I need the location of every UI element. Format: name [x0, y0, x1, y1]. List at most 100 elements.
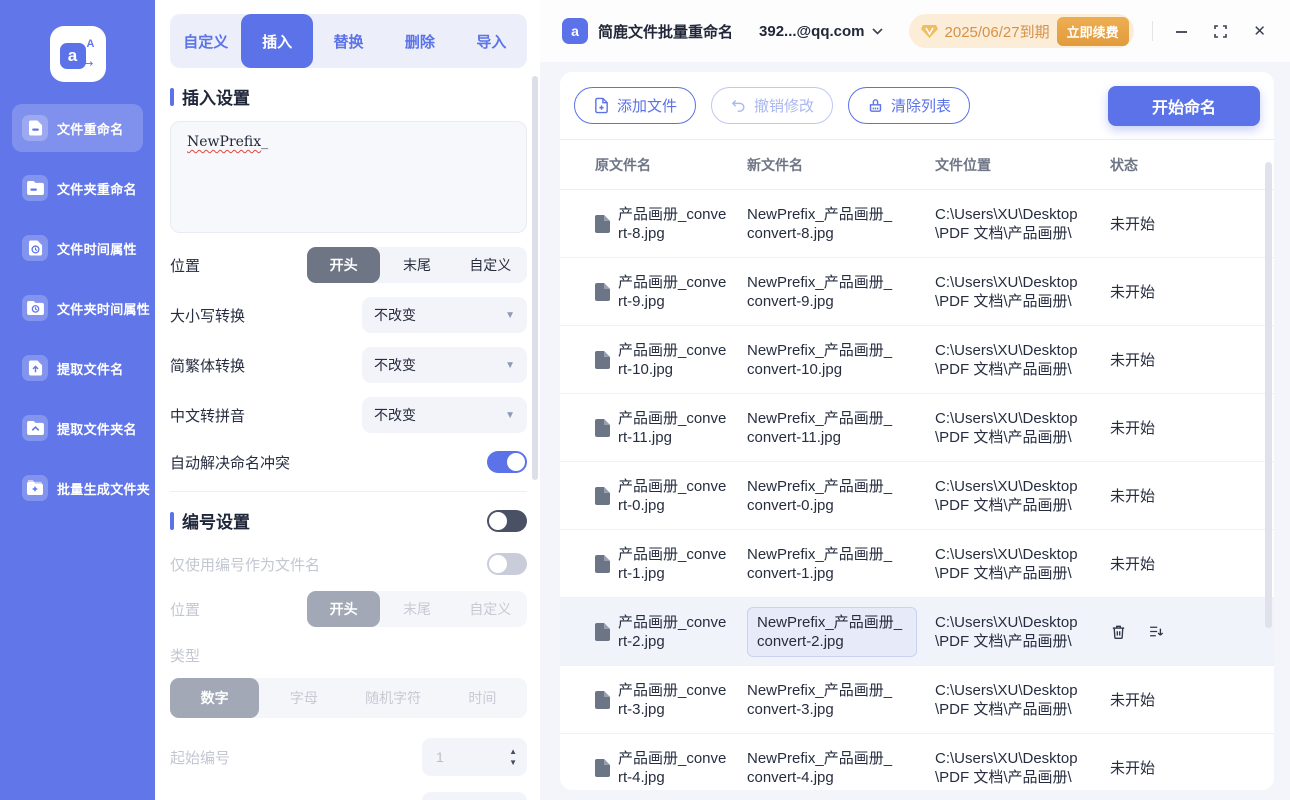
row-status: 未开始 [1110, 284, 1156, 301]
original-filename: 产品画册_convert-3.jpg [618, 681, 727, 718]
sidebar-item-folder-time[interactable]: 文件夹时间属性 [12, 284, 150, 332]
segment-option-0[interactable]: 数字 [170, 678, 260, 718]
case-convert-label: 大小写转换 [170, 307, 246, 325]
table-row[interactable]: 产品画册_convert-0.jpg NewPrefix_产品画册_conver… [560, 462, 1274, 530]
file-location: C:\Users\XU\Desktop\PDF 文档\产品画册\ [935, 273, 1078, 310]
expiry-date: 2025/06/27到期 [944, 23, 1050, 41]
original-filename: 产品画册_convert-9.jpg [618, 273, 727, 310]
file-extract-icon [22, 355, 48, 381]
traditional-convert-select[interactable]: 不改变 ▼ [362, 347, 527, 383]
table-row[interactable]: 产品画册_convert-11.jpg NewPrefix_产品画册_conve… [560, 394, 1274, 462]
table-row[interactable]: 产品画册_convert-3.jpg NewPrefix_产品画册_conver… [560, 666, 1274, 734]
sidebar-item-folder-rename[interactable]: 文件夹重命名 [12, 164, 143, 212]
header-original-name: 原文件名 [595, 156, 651, 173]
segment-option-1[interactable]: 字母 [259, 678, 348, 718]
file-location: C:\Users\XU\Desktop\PDF 文档\产品画册\ [935, 477, 1078, 514]
row-status: 未开始 [1110, 352, 1156, 369]
file-icon [22, 115, 48, 141]
numbering-position-segment: 开头 末尾 自定义 [307, 591, 527, 627]
table-row[interactable]: 产品画册_convert-8.jpg NewPrefix_产品画册_conver… [560, 190, 1274, 258]
insert-text-input[interactable]: NewPrefix_ [170, 121, 527, 233]
table-row[interactable]: 产品画册_convert-9.jpg NewPrefix_产品画册_conver… [560, 258, 1274, 326]
new-filename[interactable]: NewPrefix_产品画册_convert-2.jpg [747, 606, 917, 657]
start-number-stepper[interactable]: 1 ▲ ▼ [422, 738, 527, 776]
original-filename: 产品画册_convert-11.jpg [618, 409, 727, 446]
new-filename[interactable]: NewPrefix_产品画册_convert-8.jpg [747, 205, 897, 243]
segment-option-0[interactable]: 开头 [307, 591, 381, 627]
renew-button[interactable]: 立即续费 [1056, 16, 1129, 46]
file-location: C:\Users\XU\Desktop\PDF 文档\产品画册\ [935, 545, 1078, 582]
file-list-card: 添加文件 撤销修改 清除列表 开始命名 原文件名 新文件名 文件位置 状态 产品… [560, 72, 1274, 790]
sidebar-item-extract-folder-name[interactable]: 提取文件夹名 [12, 404, 143, 452]
segment-option-0[interactable]: 开头 [307, 247, 381, 283]
stepper-arrows-icon[interactable]: ▲ ▼ [509, 747, 517, 767]
tab-custom[interactable]: 自定义 [170, 14, 241, 68]
settings-scrollbar[interactable] [532, 76, 538, 480]
segment-option-2[interactable]: 自定义 [454, 247, 527, 283]
row-status: 未开始 [1110, 488, 1156, 505]
mode-tabbar: 自定义 插入 替换 删除 导入 [170, 14, 527, 68]
new-filename[interactable]: NewPrefix_产品画册_convert-11.jpg [747, 409, 897, 447]
numbering-section: 仅使用编号作为文件名 位置 开头 末尾 自定义 类型 数字 字母 随机字符 时间 起始编号… [170, 553, 527, 800]
file-icon [595, 418, 610, 437]
new-filename[interactable]: NewPrefix_产品画册_convert-10.jpg [747, 341, 897, 379]
new-filename[interactable]: NewPrefix_产品画册_convert-9.jpg [747, 273, 897, 311]
table-row[interactable]: 产品画册_convert-2.jpg NewPrefix_产品画册_conver… [560, 598, 1274, 666]
table-row[interactable]: 产品画册_convert-10.jpg NewPrefix_产品画册_conve… [560, 326, 1274, 394]
only-number-toggle[interactable] [487, 553, 527, 575]
file-location: C:\Users\XU\Desktop\PDF 文档\产品画册\ [935, 205, 1078, 242]
new-filename[interactable]: NewPrefix_产品画册_convert-4.jpg [747, 749, 897, 787]
close-button[interactable]: ✕ [1253, 22, 1266, 40]
table-scrollbar[interactable] [1265, 162, 1272, 628]
license-badge: 2025/06/27到期 立即续费 [908, 14, 1134, 48]
new-filename[interactable]: NewPrefix_产品画册_convert-3.jpg [747, 681, 897, 719]
segment-option-2[interactable]: 随机字符 [349, 678, 438, 718]
numbering-toggle[interactable] [487, 509, 527, 532]
tab-insert[interactable]: 插入 [241, 14, 313, 68]
segment-option-1[interactable]: 末尾 [380, 591, 453, 627]
header-status: 状态 [1110, 156, 1138, 173]
sidebar-item-file-rename[interactable]: 文件重命名 [12, 104, 143, 152]
maximize-button[interactable] [1214, 24, 1228, 38]
section-accent-bar [170, 511, 174, 530]
segment-option-2[interactable]: 自定义 [454, 591, 527, 627]
table-row[interactable]: 产品画册_convert-1.jpg NewPrefix_产品画册_conver… [560, 530, 1274, 598]
titlebar: a 简鹿文件批量重命名 392...@qq.com 2025/06/27到期 立… [540, 0, 1290, 62]
table-row[interactable]: 产品画册_convert-4.jpg NewPrefix_产品画册_conver… [560, 734, 1274, 790]
file-icon [595, 282, 610, 301]
original-filename: 产品画册_convert-4.jpg [618, 749, 727, 786]
tab-import[interactable]: 导入 [456, 14, 527, 68]
start-rename-button[interactable]: 开始命名 [1108, 85, 1260, 126]
sidebar-item-file-time[interactable]: 文件时间属性 [12, 224, 143, 272]
sidebar-item-extract-file-name[interactable]: 提取文件名 [12, 344, 143, 392]
clear-list-button[interactable]: 清除列表 [848, 87, 971, 124]
add-files-button[interactable]: 添加文件 [574, 87, 697, 124]
sidebar-item-label: 提取文件名 [57, 361, 124, 377]
segment-option-3[interactable]: 时间 [438, 678, 527, 718]
case-convert-select[interactable]: 不改变 ▼ [362, 297, 527, 333]
conflict-label: 自动解决命名冲突 [170, 454, 291, 472]
account-menu[interactable]: 392...@qq.com [759, 23, 883, 40]
file-location: C:\Users\XU\Desktop\PDF 文档\产品画册\ [935, 341, 1078, 378]
pinyin-convert-select[interactable]: 不改变 ▼ [362, 397, 527, 433]
partial-stepper[interactable]: ▲▼ [422, 792, 527, 800]
sidebar-item-batch-create-folders[interactable]: 批量生成文件夹 [12, 464, 150, 512]
minimize-button[interactable] [1175, 25, 1188, 38]
new-filename[interactable]: NewPrefix_产品画册_convert-0.jpg [747, 477, 897, 515]
toolbar: 添加文件 撤销修改 清除列表 开始命名 [560, 72, 1274, 140]
move-row-icon[interactable] [1147, 623, 1166, 640]
undo-button[interactable]: 撤销修改 [711, 87, 834, 124]
tab-delete[interactable]: 删除 [384, 14, 455, 68]
tab-replace[interactable]: 替换 [313, 14, 384, 68]
new-filename[interactable]: NewPrefix_产品画册_convert-1.jpg [747, 545, 897, 583]
file-icon [595, 622, 610, 641]
chevron-down-icon [871, 27, 883, 35]
delete-row-icon[interactable] [1110, 623, 1127, 641]
original-filename: 产品画册_convert-10.jpg [618, 341, 727, 378]
section-divider [170, 491, 527, 492]
text-cursor: _ [261, 134, 269, 150]
logo-letter-a: a [59, 43, 86, 69]
conflict-toggle[interactable] [487, 451, 527, 473]
segment-option-1[interactable]: 末尾 [380, 247, 453, 283]
folder-extract-icon [22, 415, 48, 441]
